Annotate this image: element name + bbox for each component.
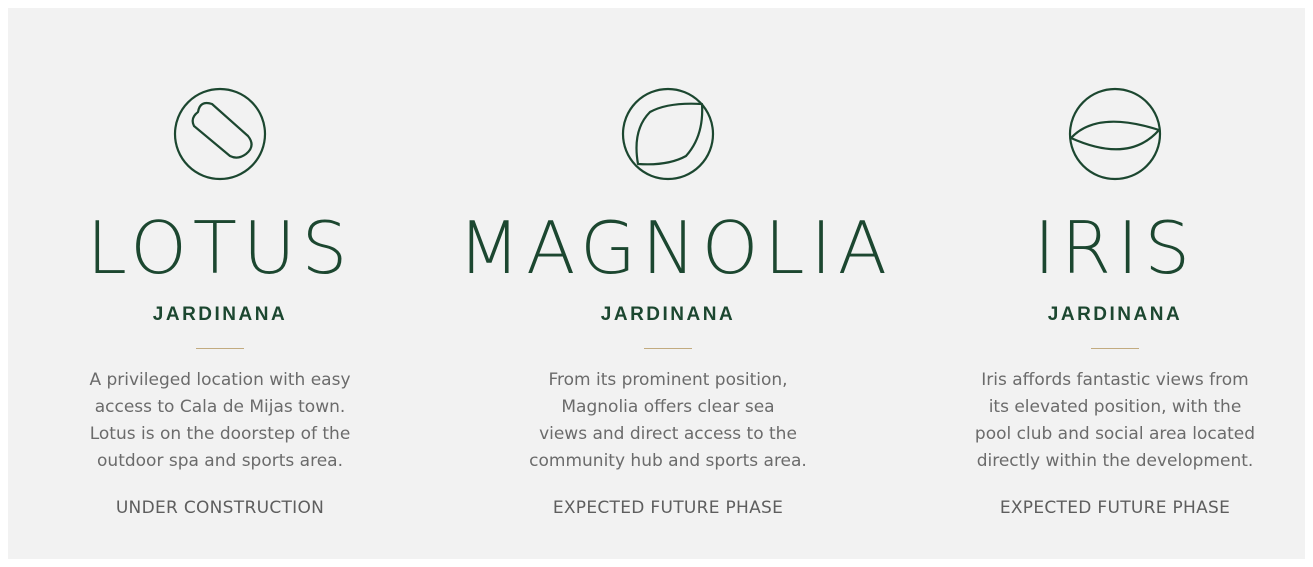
description-line: its elevated position, with the — [988, 397, 1242, 417]
description-line: access to Cala de Mijas town. — [94, 397, 346, 417]
phase-status: EXPECTED FUTURE PHASE — [552, 498, 784, 518]
divider — [196, 348, 244, 349]
phases-panel: LOTUS JARDINANA A privileged location wi… — [8, 8, 1305, 559]
phase-card-lotus: LOTUS JARDINANA A privileged location wi… — [10, 8, 430, 559]
description-line: From its prominent position, — [548, 370, 788, 390]
description-line: directly within the development. — [976, 451, 1254, 471]
phase-subtitle: JARDINANA — [600, 304, 736, 325]
description-line: views and direct access to the — [539, 424, 797, 444]
phase-subtitle: JARDINANA — [1047, 304, 1183, 325]
description-line: Lotus is on the doorstep of the — [89, 424, 351, 444]
phase-card-iris: IRIS JARDINANA Iris affords fantastic vi… — [905, 8, 1313, 559]
description-line: Magnolia offers clear sea — [561, 397, 775, 417]
iris-leaf-icon — [1067, 86, 1163, 182]
divider — [1091, 348, 1139, 349]
magnolia-leaf-icon — [620, 86, 716, 182]
phase-description: Iris affords fantastic views from its el… — [965, 367, 1265, 475]
phase-card-magnolia: MAGNOLIA JARDINANA From its prominent po… — [458, 8, 894, 559]
phase-name: LOTUS — [86, 206, 354, 290]
phase-status: UNDER CONSTRUCTION — [115, 498, 325, 518]
phase-subtitle: JARDINANA — [152, 304, 288, 325]
description-line: community hub and sports area. — [529, 451, 807, 471]
description-line: Iris affords fantastic views from — [981, 370, 1249, 390]
phase-name: IRIS — [1033, 206, 1197, 290]
phase-name: MAGNOLIA — [458, 206, 894, 290]
phase-description: From its prominent position, Magnolia of… — [518, 367, 818, 475]
phase-status: EXPECTED FUTURE PHASE — [999, 498, 1231, 518]
divider — [644, 348, 692, 349]
phase-description: A privileged location with easy access t… — [70, 367, 370, 475]
description-line: outdoor spa and sports area. — [97, 451, 343, 471]
description-line: A privileged location with easy — [89, 370, 351, 390]
description-line: pool club and social area located — [974, 424, 1256, 444]
lotus-leaf-icon — [172, 86, 268, 182]
